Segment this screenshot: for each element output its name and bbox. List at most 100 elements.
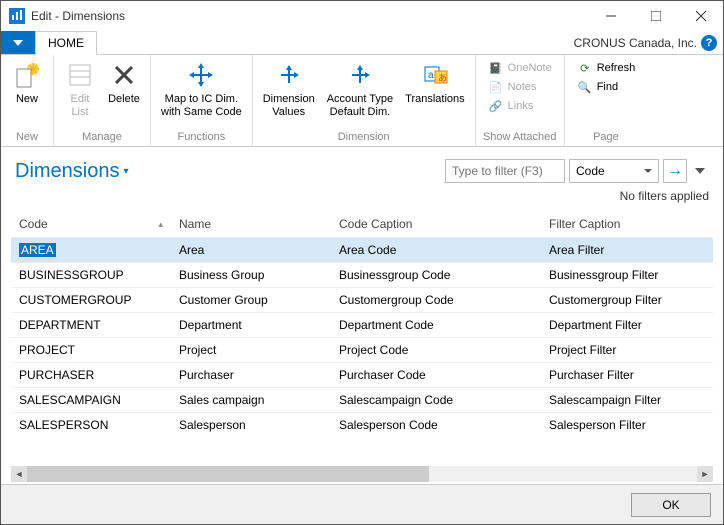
dim-values-label: Dimension Values — [263, 93, 315, 119]
ribbon-tabs: HOME CRONUS Canada, Inc. ? — [1, 31, 723, 55]
scroll-thumb[interactable] — [27, 466, 429, 482]
translations-button[interactable]: aあ Translations — [399, 57, 471, 108]
acct-default-button[interactable]: Account Type Default Dim. — [321, 57, 399, 121]
cell-caption[interactable]: Purchaser Code — [331, 368, 541, 382]
scroll-left-button[interactable]: ◄ — [11, 466, 27, 482]
filter-input[interactable] — [445, 159, 565, 183]
onenote-icon: 📓 — [488, 60, 504, 76]
delete-label: Delete — [108, 93, 140, 106]
table-row[interactable]: DEPARTMENTDepartmentDepartment CodeDepar… — [11, 312, 713, 337]
cell-code[interactable]: BUSINESSGROUP — [11, 268, 171, 282]
cell-caption[interactable]: Businessgroup Code — [331, 268, 541, 282]
edit-list-button: Edit List — [58, 57, 102, 121]
titlebar: Edit - Dimensions — [1, 1, 723, 31]
horizontal-scrollbar[interactable]: ◄ ► — [11, 466, 713, 482]
col-header-filter[interactable]: Filter Caption — [541, 217, 713, 231]
group-manage: Edit List Delete Manage — [54, 55, 151, 146]
group-functions-label: Functions — [155, 129, 248, 146]
page-title[interactable]: Dimensions ▾ — [15, 160, 129, 183]
col-header-name[interactable]: Name — [171, 217, 331, 231]
scroll-right-button[interactable]: ► — [697, 466, 713, 482]
col-header-code[interactable]: Code▴ — [11, 217, 171, 231]
group-functions: Map to IC Dim. with Same Code Functions — [151, 55, 253, 146]
cell-name[interactable]: Sales campaign — [171, 393, 331, 407]
links-button: 🔗 Links — [484, 97, 556, 115]
cell-filter[interactable]: Project Filter — [541, 343, 713, 357]
table-row[interactable]: SALESCAMPAIGNSales campaignSalescampaign… — [11, 387, 713, 412]
table-row[interactable]: SALESPERSONSalespersonSalesperson CodeSa… — [11, 412, 713, 437]
cell-code[interactable]: SALESPERSON — [11, 418, 171, 432]
table-row[interactable]: PURCHASERPurchaserPurchaser CodePurchase… — [11, 362, 713, 387]
cell-filter[interactable]: Businessgroup Filter — [541, 268, 713, 282]
close-button[interactable] — [678, 1, 723, 31]
ok-button[interactable]: OK — [631, 493, 711, 517]
grid-body: AREAAreaArea CodeArea FilterBUSINESSGROU… — [11, 237, 713, 437]
cell-caption[interactable]: Project Code — [331, 343, 541, 357]
delete-button[interactable]: Delete — [102, 57, 146, 108]
filter-go-button[interactable]: → — [663, 159, 687, 183]
map-ic-label: Map to IC Dim. with Same Code — [161, 93, 242, 119]
col-header-caption[interactable]: Code Caption — [331, 217, 541, 231]
notes-icon: 📄 — [488, 79, 504, 95]
new-button[interactable]: New — [5, 57, 49, 108]
cell-name[interactable]: Department — [171, 318, 331, 332]
group-attached: 📓OneNote 📄Notes 🔗Links Show Attached — [476, 55, 565, 146]
group-new: New New — [1, 55, 54, 146]
notes-label: Notes — [508, 81, 537, 93]
ribbon: New New Edit List Delete Manage Map to I… — [1, 55, 723, 147]
cell-filter[interactable]: Area Filter — [541, 243, 713, 257]
svg-text:あ: あ — [438, 73, 447, 83]
cell-filter[interactable]: Department Filter — [541, 318, 713, 332]
group-new-label: New — [5, 129, 49, 146]
cell-caption[interactable]: Customergroup Code — [331, 293, 541, 307]
page-header: Dimensions ▾ Code → — [1, 147, 723, 187]
links-label: Links — [508, 100, 534, 112]
page-title-text: Dimensions — [15, 160, 119, 183]
cell-code[interactable]: PROJECT — [11, 343, 171, 357]
cell-caption[interactable]: Salescampaign Code — [331, 393, 541, 407]
notes-button: 📄 Notes — [484, 78, 556, 96]
cell-name[interactable]: Customer Group — [171, 293, 331, 307]
table-row[interactable]: BUSINESSGROUPBusiness GroupBusinessgroup… — [11, 262, 713, 287]
group-attached-label: Show Attached — [480, 129, 560, 146]
cell-code[interactable]: PURCHASER — [11, 368, 171, 382]
find-label: Find — [597, 81, 618, 93]
cell-filter[interactable]: Customergroup Filter — [541, 293, 713, 307]
cell-code[interactable]: CUSTOMERGROUP — [11, 293, 171, 307]
home-tab[interactable]: HOME — [35, 31, 97, 55]
cell-code[interactable]: SALESCAMPAIGN — [11, 393, 171, 407]
cell-caption[interactable]: Area Code — [331, 243, 541, 257]
cell-filter[interactable]: Purchaser Filter — [541, 368, 713, 382]
table-row[interactable]: AREAAreaArea CodeArea Filter — [11, 237, 713, 262]
table-row[interactable]: CUSTOMERGROUPCustomer GroupCustomergroup… — [11, 287, 713, 312]
filter-expand-button[interactable] — [691, 159, 709, 183]
maximize-button[interactable] — [633, 1, 678, 31]
dim-values-button[interactable]: Dimension Values — [257, 57, 321, 121]
sort-indicator-icon: ▴ — [158, 219, 163, 230]
scroll-track[interactable] — [27, 466, 697, 482]
cell-code[interactable]: AREA — [11, 243, 171, 257]
links-icon: 🔗 — [488, 98, 504, 114]
cell-name[interactable]: Purchaser — [171, 368, 331, 382]
find-button[interactable]: 🔍Find — [573, 78, 640, 96]
company-label: CRONUS Canada, Inc. — [574, 36, 697, 50]
help-icon[interactable]: ? — [701, 35, 717, 51]
filter-field-select[interactable]: Code — [569, 159, 659, 183]
cell-caption[interactable]: Salesperson Code — [331, 418, 541, 432]
cell-filter[interactable]: Salesperson Filter — [541, 418, 713, 432]
table-row[interactable]: PROJECTProjectProject CodeProject Filter — [11, 337, 713, 362]
cell-name[interactable]: Business Group — [171, 268, 331, 282]
minimize-button[interactable] — [588, 1, 633, 31]
refresh-button[interactable]: ⟳Refresh — [573, 59, 640, 77]
file-tab[interactable] — [1, 31, 35, 54]
map-ic-button[interactable]: Map to IC Dim. with Same Code — [155, 57, 248, 121]
delete-icon — [108, 59, 140, 91]
acct-default-label: Account Type Default Dim. — [327, 93, 393, 119]
cell-name[interactable]: Salesperson — [171, 418, 331, 432]
cell-caption[interactable]: Department Code — [331, 318, 541, 332]
cell-code[interactable]: DEPARTMENT — [11, 318, 171, 332]
cell-name[interactable]: Area — [171, 243, 331, 257]
cell-filter[interactable]: Salescampaign Filter — [541, 393, 713, 407]
refresh-icon: ⟳ — [577, 60, 593, 76]
cell-name[interactable]: Project — [171, 343, 331, 357]
